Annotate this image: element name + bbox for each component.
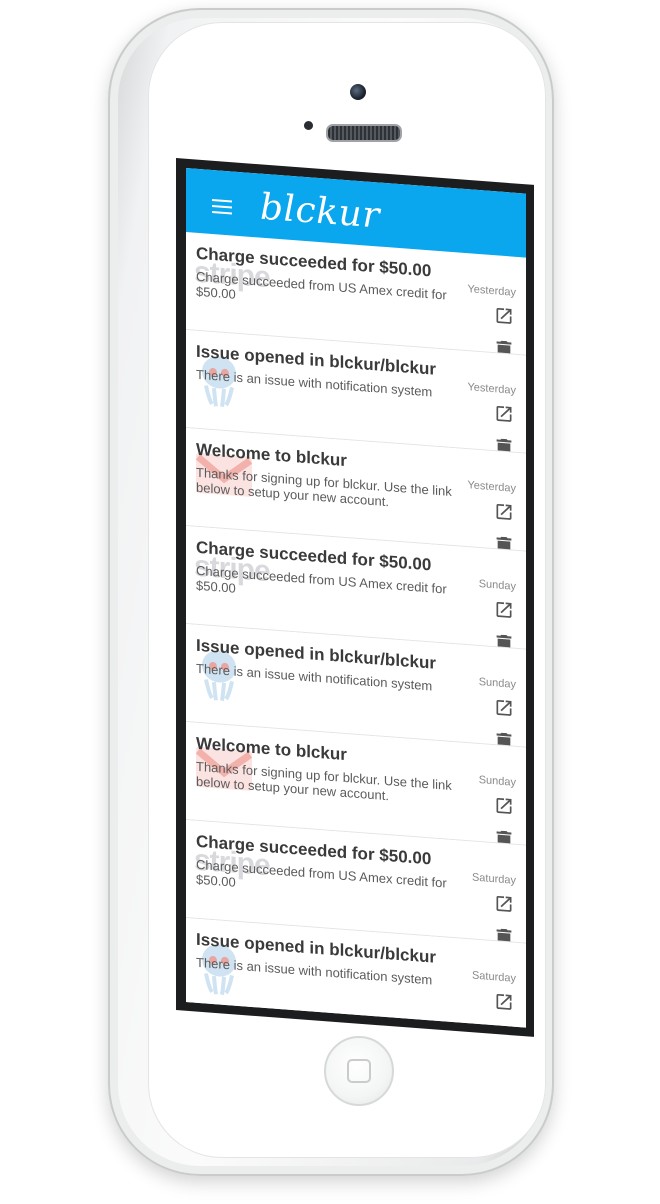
notification-time: Yesterday — [467, 479, 516, 495]
notification-time: Saturday — [471, 969, 516, 985]
front-camera — [350, 84, 366, 100]
open-in-new-icon[interactable] — [494, 991, 514, 1013]
menu-icon[interactable] — [212, 198, 232, 215]
notification-feed: stripe Charge succeeded for $50.00 Charg… — [186, 232, 526, 1028]
app-logo: blckur — [260, 186, 380, 237]
open-in-new-icon[interactable] — [494, 403, 514, 425]
app-screen: blckur stripe Charge succeeded for $50.0… — [186, 168, 526, 1028]
open-in-new-icon[interactable] — [494, 795, 514, 817]
notification-time: Sunday — [478, 774, 516, 789]
notification-time: Sunday — [478, 676, 516, 691]
home-button — [324, 1036, 394, 1106]
open-in-new-icon[interactable] — [494, 305, 514, 327]
notification-time: Yesterday — [467, 381, 516, 397]
open-in-new-icon[interactable] — [494, 501, 514, 523]
notification-time: Sunday — [478, 578, 516, 593]
notification-time: Saturday — [471, 871, 516, 887]
open-in-new-icon[interactable] — [494, 893, 514, 915]
proximity-sensor — [304, 121, 313, 130]
device-mockup: + − blckur stripe Charge succeeded for $… — [0, 0, 660, 1204]
earpiece-speaker — [326, 124, 402, 142]
open-in-new-icon[interactable] — [494, 697, 514, 719]
home-square-icon — [347, 1059, 371, 1083]
notification-time: Yesterday — [467, 283, 516, 299]
open-in-new-icon[interactable] — [494, 599, 514, 621]
